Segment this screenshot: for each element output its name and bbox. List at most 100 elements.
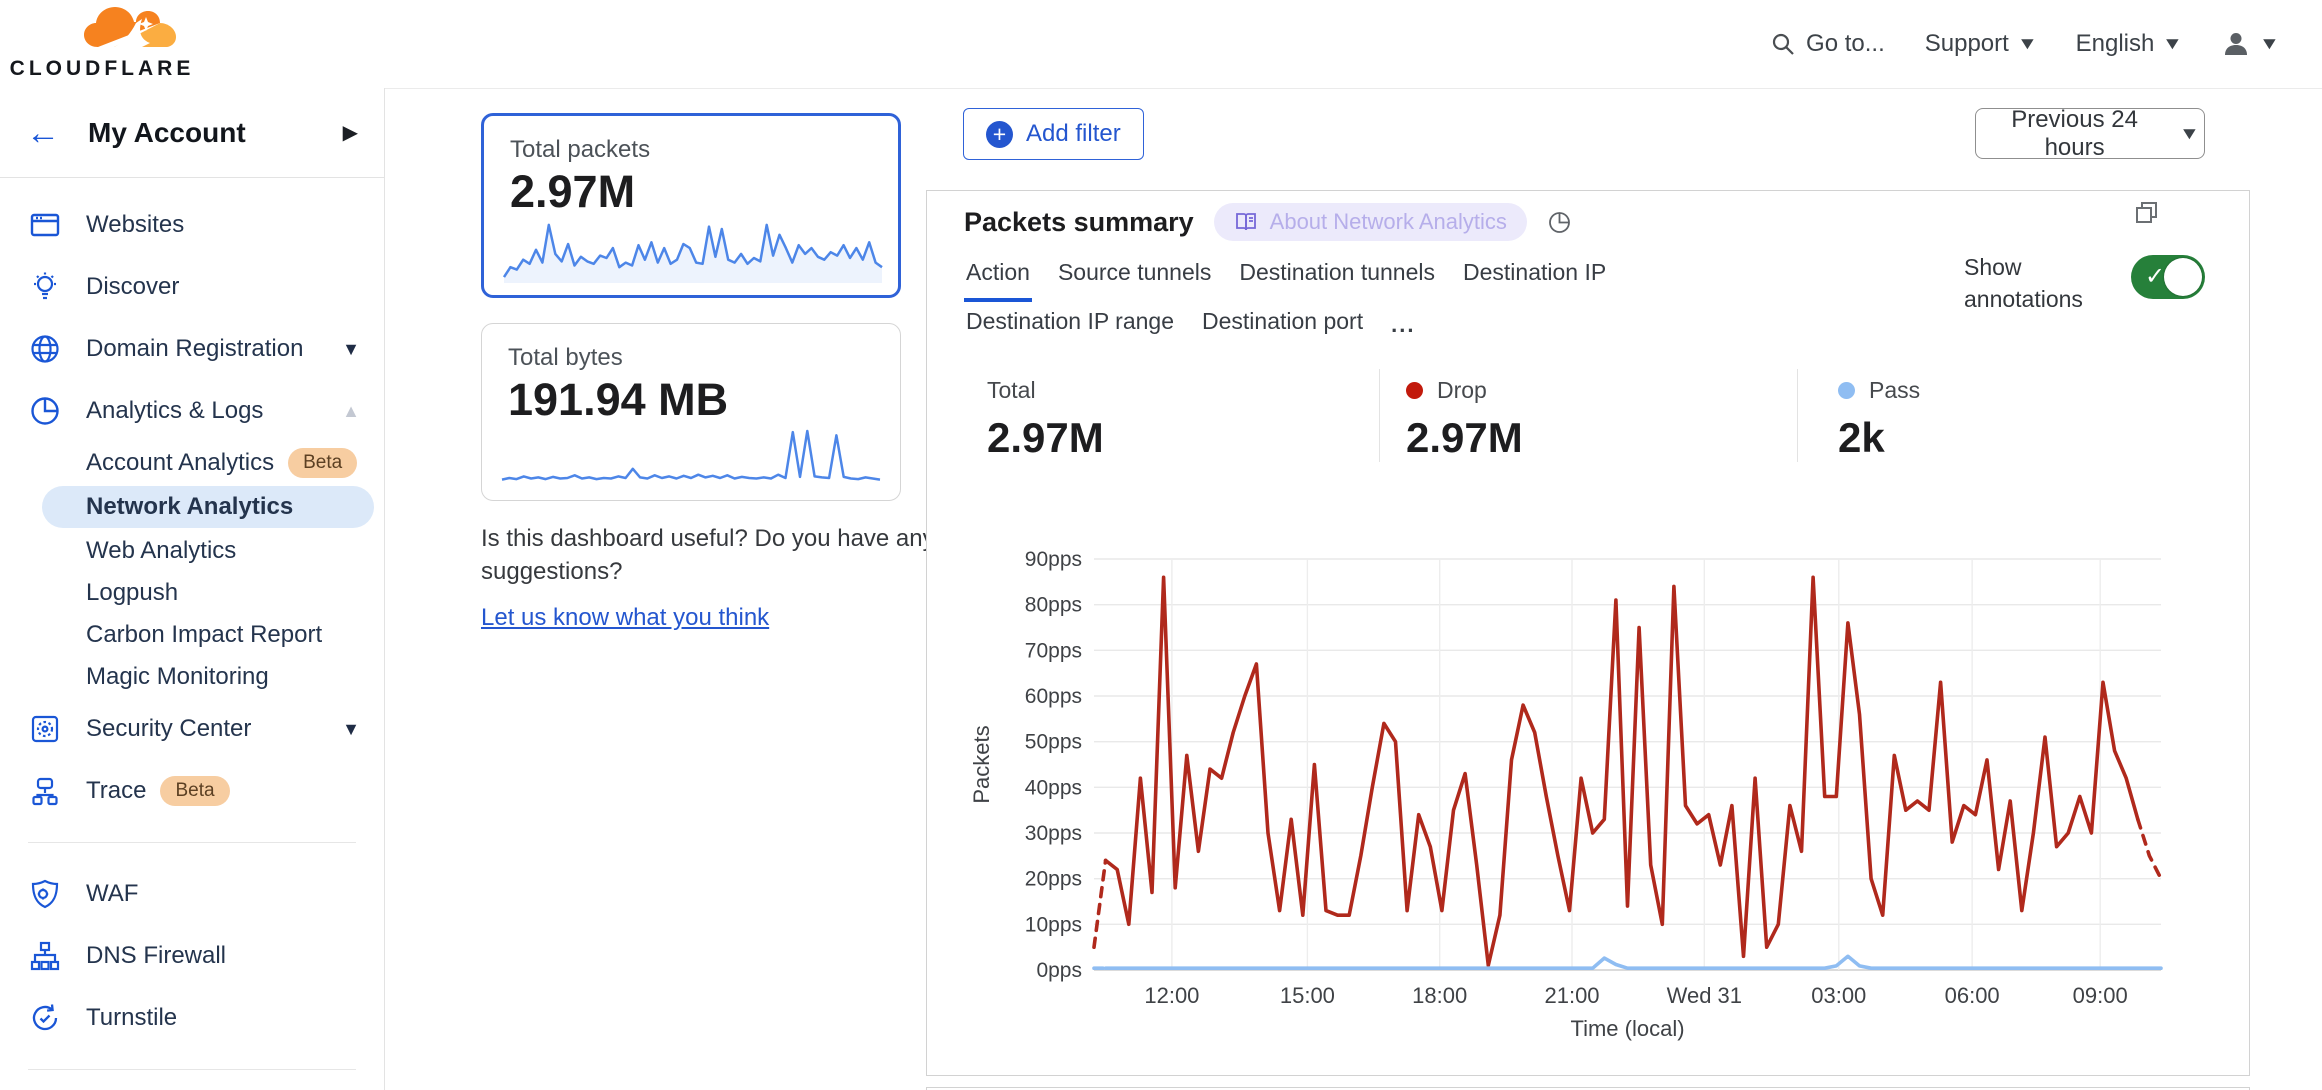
expand-panel-icon[interactable] — [2133, 199, 2161, 232]
account-menu[interactable]: ▼ — [2221, 29, 2278, 59]
svg-text:09:00: 09:00 — [2073, 983, 2128, 1008]
sidebar-item-magic-monitoring[interactable]: Magic Monitoring — [0, 656, 384, 698]
pie-icon — [28, 394, 62, 428]
cloudflare-dashboard: CLOUDFLARE Go to... Support▼ English▼ ▼ … — [0, 0, 2322, 1090]
beta-badge: Beta — [160, 776, 229, 806]
tab-action[interactable]: Action — [964, 253, 1032, 302]
sidebar-item-label: Web Analytics — [86, 537, 236, 565]
sidebar-nav: WebsitesDiscoverDomain Registration▼Anal… — [0, 178, 384, 1090]
chevron-up-icon: ▲ — [342, 401, 360, 422]
total-bytes-card[interactable]: Total bytes 191.94 MB — [481, 323, 901, 501]
svg-text:60pps: 60pps — [1025, 685, 1082, 708]
sidebar-item-label: Turnstile — [86, 1004, 177, 1032]
svg-text:80pps: 80pps — [1025, 594, 1082, 617]
sidebar-item-network-analytics[interactable]: Network Analytics — [42, 486, 374, 528]
svg-text:70pps: 70pps — [1025, 639, 1082, 662]
sidebar-item-logpush[interactable]: Logpush — [0, 572, 384, 614]
sidebar-item-analytics-logs[interactable]: Analytics & Logs ▲ — [0, 380, 384, 442]
book-icon — [1234, 210, 1258, 234]
sidebar-item-websites[interactable]: Websites — [0, 194, 384, 256]
total-bytes-sparkline — [500, 424, 882, 490]
add-filter-button[interactable]: + Add filter — [963, 108, 1144, 160]
tab-destination-port[interactable]: Destination port — [1200, 302, 1365, 354]
packets-summary-panel: Packets summary About Network Analytics … — [926, 190, 2250, 1076]
total-packets-card[interactable]: Total packets 2.97M — [481, 113, 901, 298]
feedback-line1: Is this dashboard useful? Do you have an… — [481, 522, 941, 555]
svg-text:20pps: 20pps — [1025, 868, 1082, 891]
sidebar: ← My Account ▶ Websites Discover Domain Re… — [0, 88, 385, 1090]
svg-text:21:00: 21:00 — [1544, 983, 1599, 1008]
lightbulb-icon — [28, 270, 62, 304]
feedback-link[interactable]: Let us know what you think — [481, 601, 769, 634]
sidebar-item-label: Carbon Impact Report — [86, 621, 322, 649]
sidebar-item-label: Network Analytics — [86, 493, 293, 521]
sidebar-item-label: Analytics & Logs — [86, 397, 263, 425]
globe-icon — [28, 332, 62, 366]
total-packets-sparkline — [502, 215, 884, 285]
total-packets-value: 2.97M — [510, 166, 898, 218]
sidebar-item-label: Magic Monitoring — [86, 663, 269, 691]
search-icon — [1770, 31, 1796, 57]
svg-text:Packets: Packets — [969, 725, 994, 803]
dimension-tabs: ActionSource tunnelsDestination tunnelsD… — [964, 253, 1824, 354]
legend-dot-drop — [1406, 382, 1423, 399]
sidebar-account-row[interactable]: ← My Account ▶ — [0, 88, 384, 178]
data-freshness-icon[interactable] — [1547, 210, 1572, 235]
sidebar-item-web-analytics[interactable]: Web Analytics — [0, 530, 384, 572]
safe-icon — [28, 712, 62, 746]
support-menu[interactable]: Support▼ — [1925, 30, 2036, 58]
cloudflare-logo[interactable]: CLOUDFLARE — [22, 7, 182, 81]
stat-value: 2.97M — [987, 414, 1379, 462]
tab-destination-tunnels[interactable]: Destination tunnels — [1237, 253, 1437, 302]
cloudflare-wordmark: CLOUDFLARE — [10, 57, 195, 81]
sidebar-item-trace[interactable]: Trace Beta — [0, 760, 384, 822]
sidebar-item-carbon-impact-report[interactable]: Carbon Impact Report — [0, 614, 384, 656]
show-annotations-toggle[interactable]: ✓ — [2131, 255, 2205, 299]
sidebar-item-security-center[interactable]: Security Center▼ — [0, 698, 384, 760]
svg-text:10pps: 10pps — [1025, 913, 1082, 936]
top-bar-right: Go to... Support▼ English▼ ▼ — [1770, 29, 2322, 59]
time-range-button[interactable]: Previous 24 hours ▼ — [1975, 108, 2205, 159]
back-arrow-icon[interactable]: ← — [26, 116, 60, 150]
sidebar-item-waf[interactable]: WAF — [0, 863, 384, 925]
svg-text:03:00: 03:00 — [1811, 983, 1866, 1008]
user-icon — [2221, 29, 2251, 59]
language-menu[interactable]: English▼ — [2076, 30, 2182, 58]
tabs-overflow-button[interactable]: ... — [1389, 302, 1417, 354]
shield-icon — [28, 877, 62, 911]
sidebar-item-label: Account Analytics — [86, 449, 274, 477]
browser-icon — [28, 208, 62, 242]
chevron-down-icon: ▼ — [2162, 34, 2183, 54]
sidebar-item-label: Security Center — [86, 715, 251, 743]
toggle-knob — [2164, 258, 2202, 296]
total-bytes-label: Total bytes — [508, 344, 900, 372]
tab-destination-ip[interactable]: Destination IP — [1461, 253, 1608, 302]
stat-pass: Pass2k — [1797, 369, 2157, 462]
svg-text:50pps: 50pps — [1025, 731, 1082, 754]
sidebar-item-label: WAF — [86, 880, 138, 908]
stat-value: 2k — [1838, 414, 2157, 462]
chevron-right-icon[interactable]: ▶ — [343, 120, 358, 145]
stat-label: Drop — [1437, 377, 1487, 404]
beta-badge: Beta — [288, 448, 357, 478]
svg-text:0pps: 0pps — [1036, 959, 1082, 982]
check-icon: ✓ — [2145, 262, 2165, 291]
total-bytes-value: 191.94 MB — [508, 374, 900, 426]
sidebar-item-account-analytics[interactable]: Account Analytics Beta — [0, 442, 384, 484]
sidebar-item-label: Trace — [86, 777, 146, 805]
tab-source-tunnels[interactable]: Source tunnels — [1056, 253, 1213, 302]
top-bar: CLOUDFLARE Go to... Support▼ English▼ ▼ — [0, 0, 2322, 89]
sidebar-item-domain-registration[interactable]: Domain Registration▼ — [0, 318, 384, 380]
legend-dot-pass — [1838, 382, 1855, 399]
svg-text:Time (local): Time (local) — [1570, 1016, 1684, 1041]
svg-text:40pps: 40pps — [1025, 776, 1082, 799]
tab-destination-ip-range[interactable]: Destination IP range — [964, 302, 1176, 354]
about-network-analytics-badge[interactable]: About Network Analytics — [1214, 203, 1527, 241]
sidebar-item-discover[interactable]: Discover — [0, 256, 384, 318]
stat-label: Total — [987, 377, 1036, 404]
stat-drop: Drop2.97M — [1379, 369, 1797, 462]
sidebar-item-label: Discover — [86, 273, 179, 301]
go-to-search[interactable]: Go to... — [1770, 30, 1885, 58]
sidebar-item-turnstile[interactable]: Turnstile — [0, 987, 384, 1049]
sidebar-item-dns-firewall[interactable]: DNS Firewall — [0, 925, 384, 987]
